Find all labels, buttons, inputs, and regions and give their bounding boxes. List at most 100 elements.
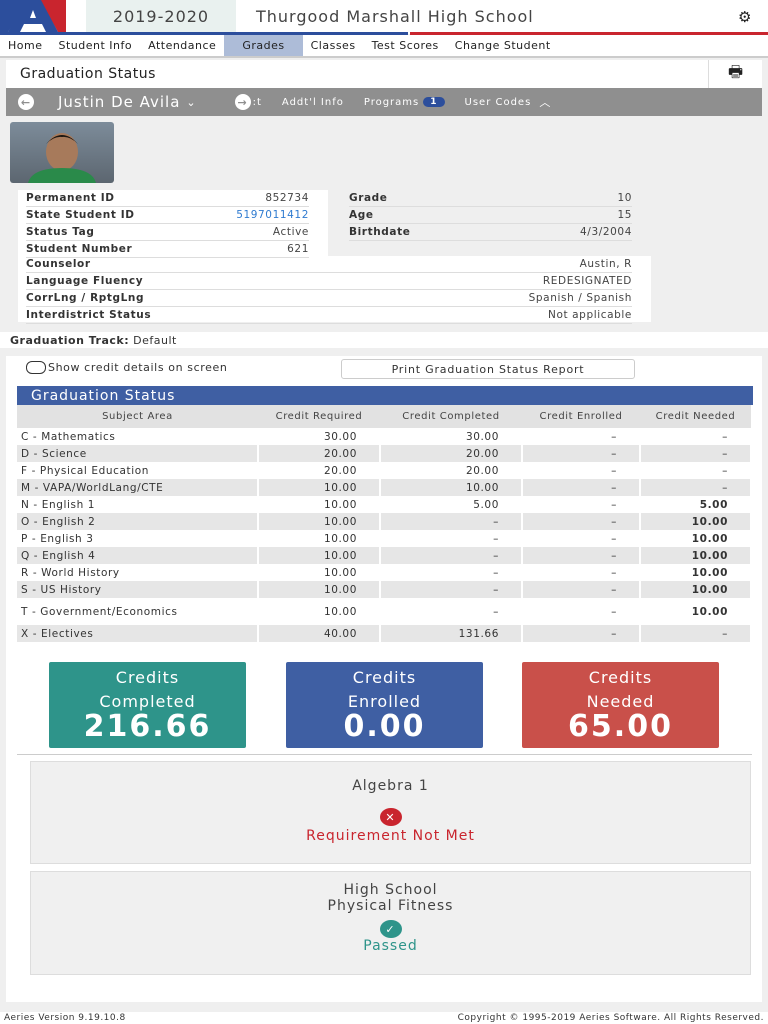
credit-cell: –: [522, 479, 641, 496]
info-row: Language Fluency REDESIGNATED: [26, 273, 632, 290]
credit-cell: –: [640, 428, 752, 445]
info-value: 621: [287, 243, 309, 255]
table-row: O - English 2 10.00– –10.00: [17, 513, 752, 530]
info-row: Status Tag Active: [26, 224, 309, 241]
credit-cell: 10.00: [640, 530, 752, 547]
credit-cell: –: [522, 547, 641, 564]
credit-cell: –: [522, 428, 641, 445]
subject-cell: P - English 3: [17, 530, 259, 547]
info-label: Permanent ID: [26, 192, 115, 204]
credit-cell: 30.00: [380, 428, 523, 445]
nav-grades[interactable]: Grades: [224, 35, 303, 56]
info-label: Interdistrict Status: [26, 309, 152, 321]
info-row: Permanent ID 852734: [26, 190, 309, 207]
credit-cell: 10.00: [640, 564, 752, 581]
credit-cell: 10.00: [258, 530, 381, 547]
subject-cell: S - US History: [17, 581, 259, 598]
print-icon[interactable]: 🖶: [708, 60, 762, 88]
credit-cell: –: [522, 625, 641, 642]
chevron-down-icon[interactable]: ⌄: [186, 96, 196, 109]
print-report-button[interactable]: Print Graduation Status Report: [341, 359, 635, 379]
info-value: 15: [617, 209, 632, 221]
info-row: CorrLng / RptgLng Spanish / Spanish: [26, 290, 632, 307]
credit-cell: 10.00: [640, 581, 752, 598]
credit-cell: –: [522, 581, 641, 598]
credits-card: Credits Completed 216.66: [49, 662, 246, 748]
nav-student-info[interactable]: Student Info: [50, 35, 140, 56]
school-name[interactable]: Thurgood Marshall High School: [256, 0, 534, 32]
credit-cell: –: [522, 513, 641, 530]
credit-cell: 10.00: [258, 581, 381, 598]
requirement-status: Requirement Not Met: [306, 828, 475, 844]
info-value: Active: [272, 226, 309, 238]
credit-cell: 10.00: [258, 496, 381, 513]
tab-programs[interactable]: Programs: [364, 97, 419, 108]
show-details-checkbox[interactable]: Show credit details on screen: [26, 361, 227, 374]
track-label: Graduation Track:: [10, 333, 130, 347]
aeries-logo[interactable]: [0, 0, 66, 32]
checkbox[interactable]: [26, 361, 46, 374]
next-student-icon[interactable]: →: [234, 94, 251, 110]
credit-cell: 131.66: [380, 625, 523, 642]
student-name[interactable]: Justin De Avila: [58, 93, 180, 111]
school-year[interactable]: 2019-2020: [86, 0, 236, 32]
nav-test-scores[interactable]: Test Scores: [364, 35, 447, 56]
x-circle-icon: ✕: [379, 808, 402, 826]
credit-cell: –: [380, 513, 523, 530]
nav-home[interactable]: Home: [0, 35, 50, 56]
credit-cell: 20.00: [258, 445, 381, 462]
table-row: F - Physical Education 20.00 20.00– –: [17, 462, 752, 479]
info-row: State Student ID 5197011412: [26, 207, 309, 224]
graduation-table: Subject Area Credit Required Credit Comp…: [17, 405, 752, 642]
tab-addl-info[interactable]: Addt'l Info: [282, 97, 344, 108]
credit-cell: –: [380, 564, 523, 581]
prev-student-icon[interactable]: ←: [18, 94, 34, 110]
credit-cell: 10.00: [258, 564, 381, 581]
credit-cell: –: [522, 445, 641, 462]
info-row: Birthdate 4/3/2004: [349, 224, 632, 241]
contact-tab[interactable]: :t: [253, 97, 262, 108]
info-label: Language Fluency: [26, 275, 144, 287]
track-value: Default: [133, 333, 177, 347]
student-photo: [10, 122, 114, 183]
card-label: Credits: [115, 668, 180, 687]
col-needed: Credit Needed: [640, 405, 751, 428]
subject-cell: D - Science: [17, 445, 259, 462]
col-enrolled: Credit Enrolled: [522, 405, 640, 428]
col-completed: Credit Completed: [380, 405, 522, 428]
subject-cell: O - English 2: [17, 513, 259, 530]
credit-cell: –: [640, 625, 752, 642]
info-value: Spanish / Spanish: [528, 292, 632, 304]
main-nav: Home Student Info Attendance Grades Clas…: [0, 35, 768, 58]
copyright-text: Copyright © 1995-2019 Aeries Software. A…: [457, 1013, 764, 1023]
table-row: M - VAPA/WorldLang/CTE 10.00 10.00– –: [17, 479, 752, 496]
credit-cell: –: [522, 564, 641, 581]
info-row: Grade 10: [349, 190, 632, 207]
nav-change-student[interactable]: Change Student: [447, 35, 559, 56]
credits-card: Credits Needed 65.00: [522, 662, 719, 748]
requirement-name: Algebra 1: [352, 778, 429, 794]
chevron-up-icon[interactable]: ︿: [539, 94, 551, 110]
info-label: Status Tag: [26, 226, 95, 238]
info-label: Counselor: [26, 258, 91, 270]
requirement-algebra: Algebra 1 ✕ Requirement Not Met: [30, 761, 751, 864]
card-label: Credits: [352, 668, 417, 687]
check-circle-icon: ✓: [379, 920, 402, 938]
nav-attendance[interactable]: Attendance: [140, 35, 224, 56]
card-value: 0.00: [343, 709, 426, 744]
gear-icon[interactable]: ⚙: [738, 8, 751, 26]
divider: [17, 754, 752, 755]
credit-cell: 10.00: [640, 513, 752, 530]
nav-classes[interactable]: Classes: [303, 35, 364, 56]
info-row: Counselor Austin, R: [26, 256, 632, 273]
info-value: 10: [617, 192, 632, 204]
info-value: 852734: [265, 192, 309, 204]
credit-cell: 20.00: [258, 462, 381, 479]
requirement-name-line2: Physical Fitness: [327, 898, 454, 914]
tab-user-codes[interactable]: User Codes: [465, 97, 532, 108]
card-value: 65.00: [568, 709, 673, 744]
info-value[interactable]: 5197011412: [236, 209, 309, 221]
credit-cell: –: [380, 547, 523, 564]
subject-cell: Q - English 4: [17, 547, 259, 564]
subject-cell: M - VAPA/WorldLang/CTE: [17, 479, 259, 496]
